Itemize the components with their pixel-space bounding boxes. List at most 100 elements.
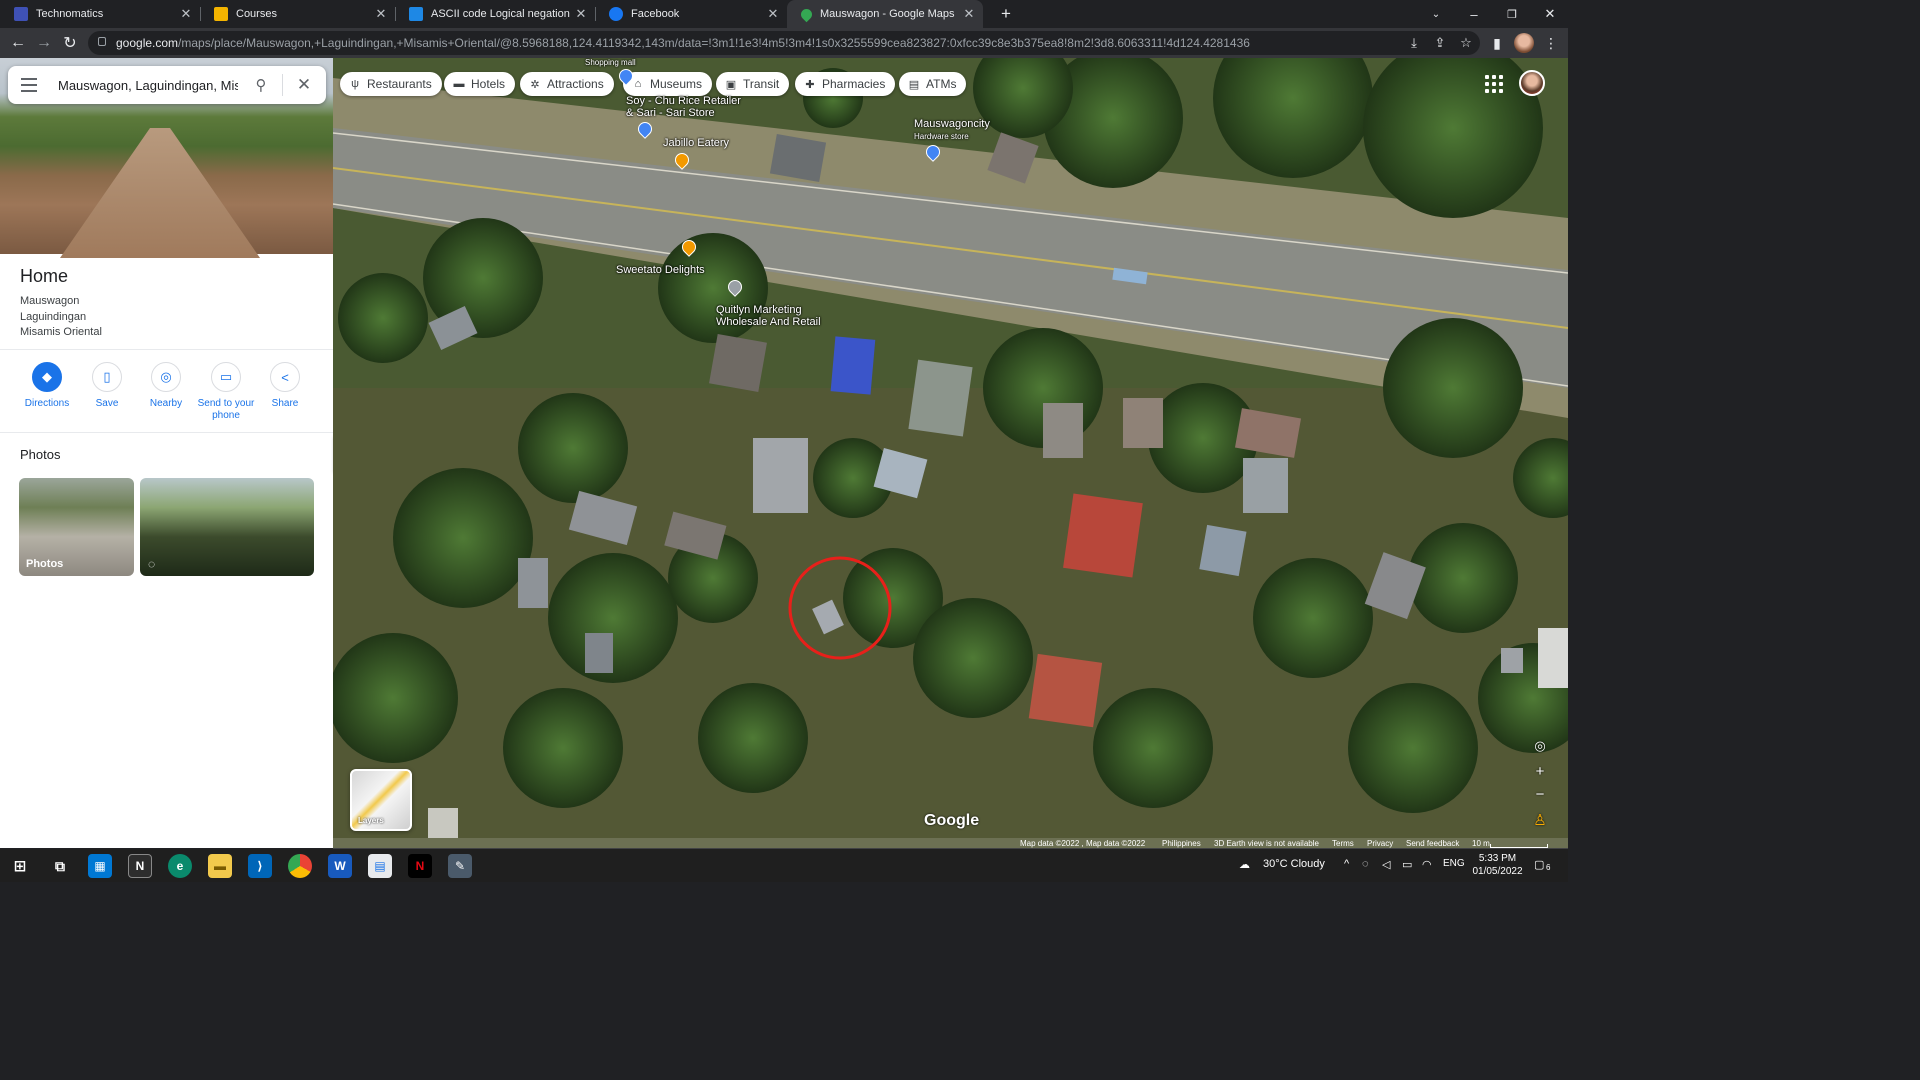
dirt-road-shape [60,128,260,258]
restore-icon[interactable]: ❐ [1494,0,1530,28]
account-avatar[interactable] [1519,70,1545,96]
privacy-link[interactable]: Privacy [1367,838,1393,849]
layers-button[interactable]: Layers [350,769,412,831]
bookmark-star-icon[interactable]: ☆ [1458,35,1474,51]
scale-bar[interactable] [1490,844,1548,848]
scale-label[interactable]: 10 m [1472,838,1490,849]
file-explorer-icon[interactable]: ▬ [208,854,232,878]
back-arrow-icon[interactable]: ← [7,32,29,54]
tab-ascii[interactable]: ASCII code Logical negation sym ✕ [395,0,595,28]
notepad-icon[interactable]: ▤ [368,854,392,878]
poi-quitlyn-label[interactable]: Quitlyn Marketing [716,304,802,316]
forward-arrow-icon[interactable]: → [33,32,55,54]
minimize-icon[interactable]: – [1456,0,1492,28]
reload-icon[interactable]: ↻ [59,32,81,54]
poi-quitlyn-label-line2[interactable]: Wholesale And Retail [716,316,821,328]
search-input[interactable] [58,75,238,95]
pegman-icon[interactable]: ♙ [1529,809,1551,831]
chip-atms[interactable]: ▤ ATMs [899,72,967,96]
chip-restaurants[interactable]: ψ Restaurants [340,72,442,96]
map-footer: Map data ©2022 , Map data ©2022 Philippi… [333,838,1568,849]
windows-start-icon[interactable]: ⊞ [8,854,32,878]
hamburger-menu-icon[interactable] [21,78,37,92]
send-feedback-link[interactable]: Send feedback [1406,838,1459,849]
street-view-360-icon: ◌ [148,557,156,571]
weather-icon[interactable]: ☁ [1239,858,1250,871]
tab-facebook[interactable]: Facebook ✕ [595,0,787,28]
chip-museums[interactable]: ⌂ Museums [623,72,713,96]
netflix-icon[interactable]: N [408,854,432,878]
wifi-icon[interactable]: ◠ [1422,858,1432,871]
install-app-icon[interactable]: ⤓ [1406,35,1422,51]
close-icon[interactable]: ✕ [373,6,389,22]
address-bar[interactable]: google.com/maps/place/Mauswagon,+Laguind… [88,31,1480,55]
lock-icon[interactable] [98,37,106,46]
google-apps-icon[interactable] [1485,75,1503,93]
map-data-credit: Map data ©2022 , Map data ©2022 [1020,839,1146,848]
zoom-in-button[interactable]: + [1529,760,1551,782]
poi-soy-chu-label[interactable]: Soy - Chu Rice Retailer [626,95,741,107]
word-icon[interactable]: W [328,854,352,878]
url-text[interactable]: google.com/maps/place/Mauswagon,+Laguind… [116,36,1396,50]
url-host: google.com [116,36,179,50]
microsoft-store-icon[interactable]: ▦ [88,854,112,878]
tab-technomatics[interactable]: Technomatics ✕ [0,0,200,28]
tab-courses[interactable]: Courses ✕ [200,0,395,28]
clear-search-icon[interactable]: ✕ [294,75,314,95]
pharmacy-icon: ✚ [805,78,815,91]
close-icon[interactable]: ✕ [178,6,194,22]
tab-google-maps[interactable]: Mauswagon - Google Maps ✕ [787,0,983,28]
system-clock[interactable]: 5:33 PM 01/05/2022 [1470,852,1525,878]
battery-icon[interactable]: ▭ [1402,858,1412,871]
notification-center-icon[interactable]: ▢ [1534,858,1544,871]
language-indicator[interactable]: ENG [1443,858,1465,869]
volume-icon[interactable]: ◁ [1382,858,1390,871]
task-view-icon[interactable]: ⧉ [48,854,72,878]
save-button[interactable]: ▯ Save [77,362,137,410]
poi-shopping-label[interactable]: Shopping mall [585,58,636,67]
chip-hotels[interactable]: ▬ Hotels [444,72,516,96]
poi-sweetato-label[interactable]: Sweetato Delights [616,264,705,276]
vscode-icon[interactable]: ⟩ [248,854,272,878]
window-close-icon[interactable]: ✕ [1532,0,1568,28]
photo-360-thumbnail[interactable]: ◌ [140,478,314,576]
network-icon[interactable]: ◌ [1362,858,1369,870]
poi-jabillo-label[interactable]: Jabillo Eatery [663,137,729,149]
clock-time: 5:33 PM [1478,853,1517,864]
kebab-menu-icon[interactable]: ⋮ [1541,33,1561,53]
new-tab-button[interactable]: + [988,0,1024,28]
bookmark-icon: ▯ [92,362,122,392]
my-location-icon[interactable]: ◎ [1529,735,1551,757]
search-icon[interactable]: ⚲ [251,75,271,95]
google-maps-favicon-icon [798,6,815,22]
profile-avatar[interactable] [1514,33,1534,53]
close-icon[interactable]: ✕ [961,6,977,22]
share-page-icon[interactable]: ⇪ [1432,35,1448,51]
chip-pharmacies[interactable]: ✚ Pharmacies [795,72,896,96]
chrome-icon[interactable] [288,854,312,878]
poi-mauswagoncity-category[interactable]: Hardware store [914,132,969,141]
directions-button[interactable]: ◆ Directions [17,362,77,410]
close-icon[interactable]: ✕ [573,6,589,22]
side-panel-icon[interactable]: ▮ [1487,33,1507,53]
chip-transit[interactable]: ▣ Transit [716,72,790,96]
tab-search-icon[interactable]: ⌄ [1418,0,1454,28]
nearby-button[interactable]: ◎ Nearby [136,362,196,410]
terms-link[interactable]: Terms [1332,838,1354,849]
weather-label[interactable]: 30°C Cloudy [1263,858,1325,870]
send-to-phone-button[interactable]: ▭ Send to your phone [196,362,256,422]
phone-icon: ▭ [211,362,241,392]
notion-icon[interactable]: N [128,854,152,878]
action-label: Send to your phone [197,398,255,421]
paint-icon[interactable]: ✎ [448,854,472,878]
zoom-out-button[interactable]: − [1529,783,1551,805]
chip-attractions[interactable]: ✲ Attractions [520,72,614,96]
photo-thumbnail[interactable]: Photos [19,478,134,576]
share-button[interactable]: < Share [255,362,315,410]
satellite-map[interactable]: ψ Restaurants ▬ Hotels ✲ Attractions ⌂ M… [333,58,1568,848]
edge-icon[interactable]: e [168,854,192,878]
poi-mauswagoncity-label[interactable]: Mauswagoncity [914,118,990,130]
poi-soy-chu-label-line2[interactable]: & Sari - Sari Store [626,107,715,119]
tray-chevron-icon[interactable]: ^ [1344,858,1349,870]
close-icon[interactable]: ✕ [765,6,781,22]
